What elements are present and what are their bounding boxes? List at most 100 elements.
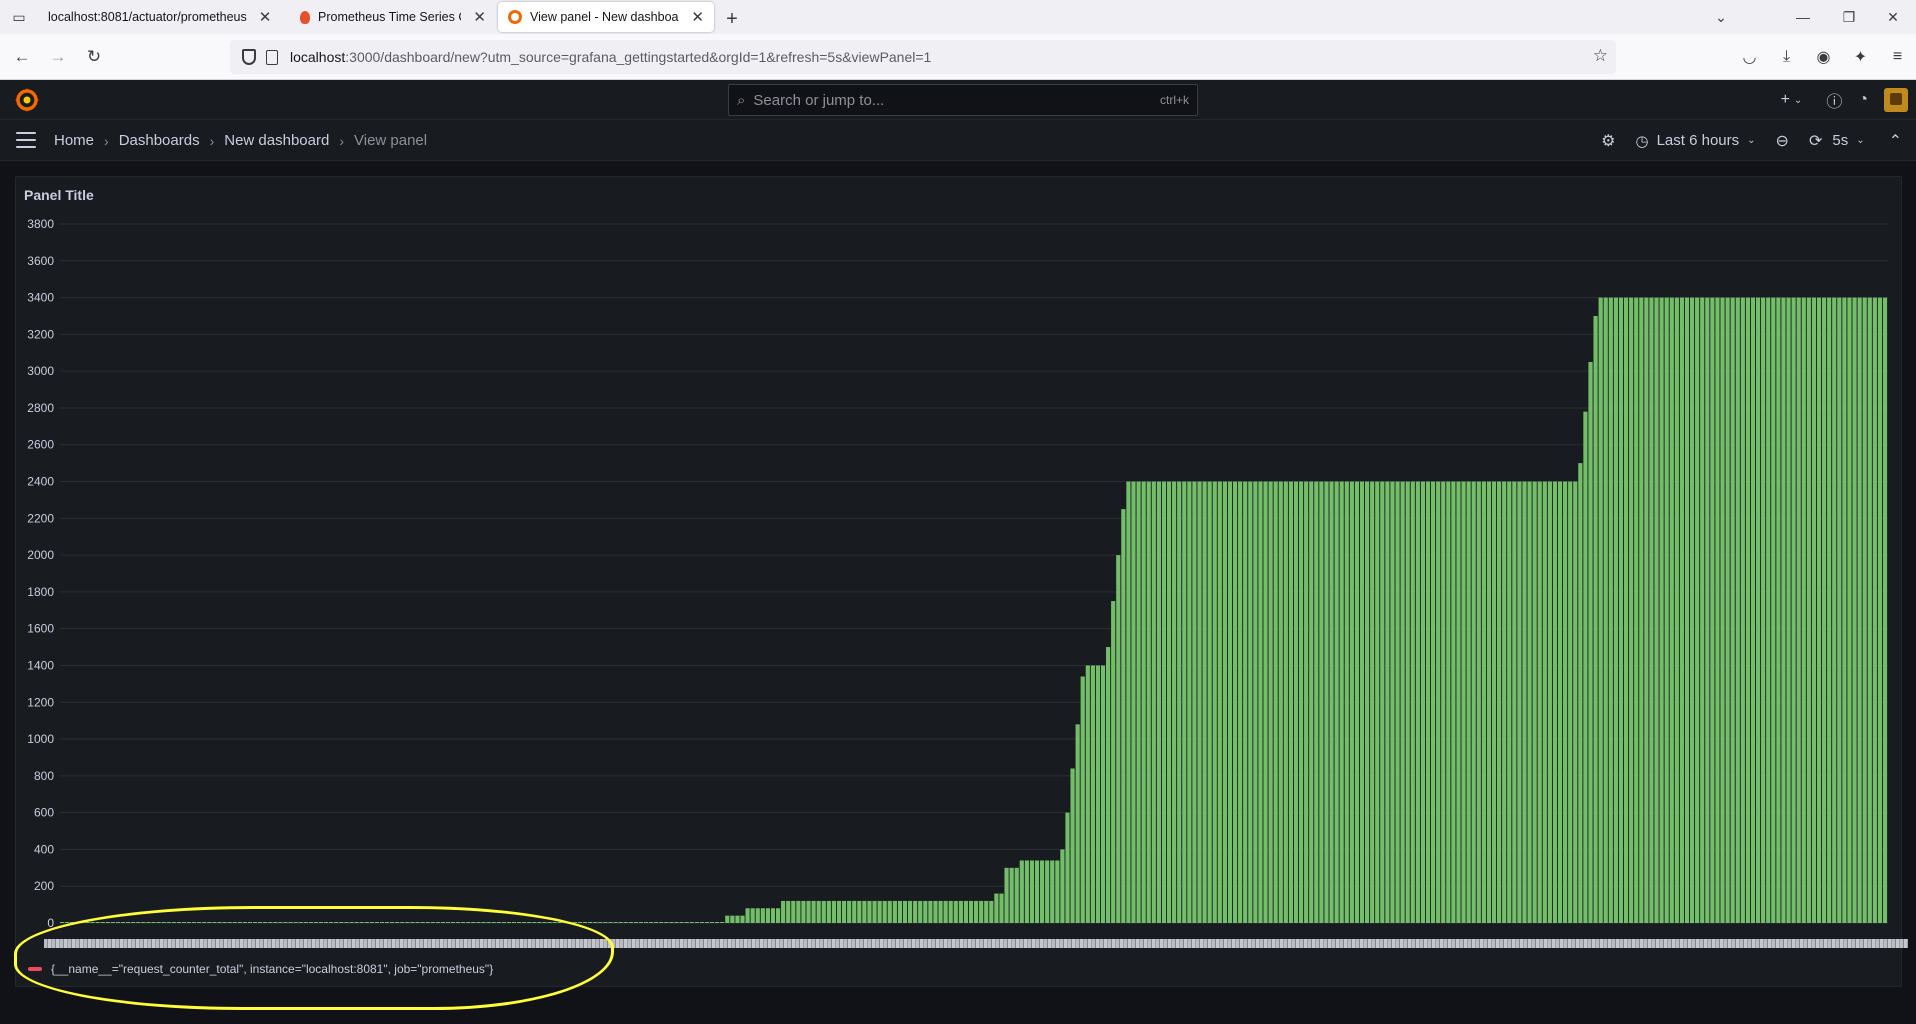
close-tab-icon[interactable]: ✕ <box>691 8 704 26</box>
bar <box>1882 297 1888 923</box>
bar <box>1329 481 1334 923</box>
bar <box>1588 361 1593 923</box>
bar <box>831 900 836 923</box>
search-input[interactable]: ⌕ Search or jump to... ctrl+k <box>728 84 1198 116</box>
bar <box>192 922 197 923</box>
bar <box>466 922 471 923</box>
y-tick-label: 3600 <box>27 254 54 268</box>
search-icon: ⌕ <box>737 91 746 109</box>
bar <box>1557 481 1563 923</box>
url-bar[interactable]: localhost:3000/dashboard/new?utm_source=… <box>230 40 1616 74</box>
bar <box>1512 481 1517 923</box>
bar <box>1177 481 1182 923</box>
collapse-chevron-up-icon[interactable]: ⌃ <box>1875 131 1916 151</box>
breadcrumb-dashboards[interactable]: Dashboards <box>119 132 200 149</box>
bar <box>1344 481 1349 923</box>
page-icon[interactable] <box>266 49 278 65</box>
bar <box>227 922 232 923</box>
close-tab-icon[interactable]: ✕ <box>473 8 486 26</box>
bar <box>1629 297 1634 923</box>
refresh-interval-label: 5s <box>1832 132 1849 149</box>
bar <box>1253 481 1258 923</box>
forward-arrow-icon[interactable]: → <box>40 39 76 75</box>
bar <box>1141 481 1146 923</box>
bar <box>1385 481 1390 923</box>
breadcrumb-new-dashboard[interactable]: New dashboard <box>224 132 329 149</box>
news-rss-icon[interactable]: ◔ <box>1858 91 1868 109</box>
bar <box>1644 297 1649 923</box>
close-tab-icon[interactable]: ✕ <box>259 8 272 26</box>
grafana-icon <box>508 10 522 24</box>
bar <box>1684 297 1690 923</box>
bar <box>638 922 644 923</box>
browser-nav-bar: ← → ↻ localhost:3000/dashboard/new?utm_s… <box>0 34 1916 80</box>
bar <box>1309 481 1314 923</box>
bar <box>689 922 694 923</box>
browser-tab-prometheus[interactable]: Prometheus Time Series Collect ✕ <box>290 2 496 32</box>
bar <box>841 900 847 923</box>
help-icon[interactable]: ⓘ <box>1826 88 1842 112</box>
account-icon[interactable]: ◉ <box>1805 39 1842 75</box>
legend-swatch <box>28 967 42 971</box>
reload-icon[interactable]: ↻ <box>76 39 112 75</box>
bar <box>562 922 567 923</box>
bar <box>1121 509 1126 923</box>
bar <box>1715 297 1720 923</box>
avatar[interactable] <box>1884 88 1908 112</box>
bar <box>1359 481 1365 923</box>
y-tick-label: 3400 <box>27 291 54 305</box>
bar <box>1547 481 1552 923</box>
pocket-icon[interactable]: ◡ <box>1731 39 1768 75</box>
bar <box>537 922 542 923</box>
bar <box>862 900 867 923</box>
bar <box>836 900 842 923</box>
bar <box>623 922 628 923</box>
bar <box>242 922 247 923</box>
minimize-icon[interactable]: — <box>1780 0 1826 34</box>
menu-icon[interactable]: ≡ <box>1879 39 1916 75</box>
browser-tab-bar: ▭ localhost:8081/actuator/prometheus ✕ P… <box>0 0 1916 34</box>
bar <box>765 908 770 923</box>
back-arrow-icon[interactable]: ← <box>4 39 40 75</box>
restore-icon[interactable]: ❐ <box>1826 0 1872 34</box>
bar <box>1811 297 1817 923</box>
browser-tab-grafana[interactable]: View panel - New dashboard - G ✕ <box>498 2 714 32</box>
new-tab-button[interactable]: + <box>716 4 748 34</box>
tab-list-icon[interactable]: ▭ <box>0 0 38 34</box>
browser-tab-actuator[interactable]: localhost:8081/actuator/prometheus ✕ <box>38 2 288 32</box>
zoom-out-icon[interactable]: ⊖ <box>1766 131 1799 151</box>
settings-gear-icon[interactable]: ⚙ <box>1591 131 1625 151</box>
bar <box>1761 297 1766 923</box>
add-icon[interactable]: + ⌄ <box>1781 91 1803 109</box>
chevron-right-icon: › <box>209 132 215 149</box>
legend-item[interactable]: {__name__="request_counter_total", insta… <box>28 962 493 976</box>
bar <box>1745 297 1750 923</box>
bar <box>339 922 344 923</box>
refresh-icon[interactable]: ⟳ <box>1799 131 1832 151</box>
bookmark-star-icon[interactable]: ☆ <box>1593 46 1608 66</box>
bar <box>1725 297 1730 923</box>
extensions-icon[interactable]: ✦ <box>1842 39 1879 75</box>
bar <box>1862 297 1867 923</box>
bar <box>984 900 989 923</box>
bar <box>1801 297 1806 923</box>
chevron-down-icon[interactable]: ⌄ <box>1698 0 1744 34</box>
refresh-interval-picker[interactable]: 5s ⌄ <box>1832 132 1874 149</box>
panel-title[interactable]: Panel Title <box>24 187 94 203</box>
close-window-icon[interactable]: ✕ <box>1870 0 1916 34</box>
shield-icon[interactable] <box>242 49 256 65</box>
bar <box>80 922 85 923</box>
bar <box>202 922 207 923</box>
bar <box>1375 481 1380 923</box>
bar <box>171 922 176 923</box>
bar <box>867 900 872 923</box>
time-range-picker[interactable]: ◷ Last 6 hours ⌄ <box>1626 132 1766 150</box>
bar <box>126 922 131 923</box>
download-icon[interactable]: ⤓ <box>1768 39 1805 75</box>
bar <box>694 922 699 923</box>
grafana-logo-icon[interactable] <box>14 87 40 113</box>
bar <box>1060 849 1065 923</box>
menu-hamburger-icon[interactable] <box>16 132 36 148</box>
bar <box>1877 297 1883 923</box>
breadcrumb-home[interactable]: Home <box>54 132 94 149</box>
